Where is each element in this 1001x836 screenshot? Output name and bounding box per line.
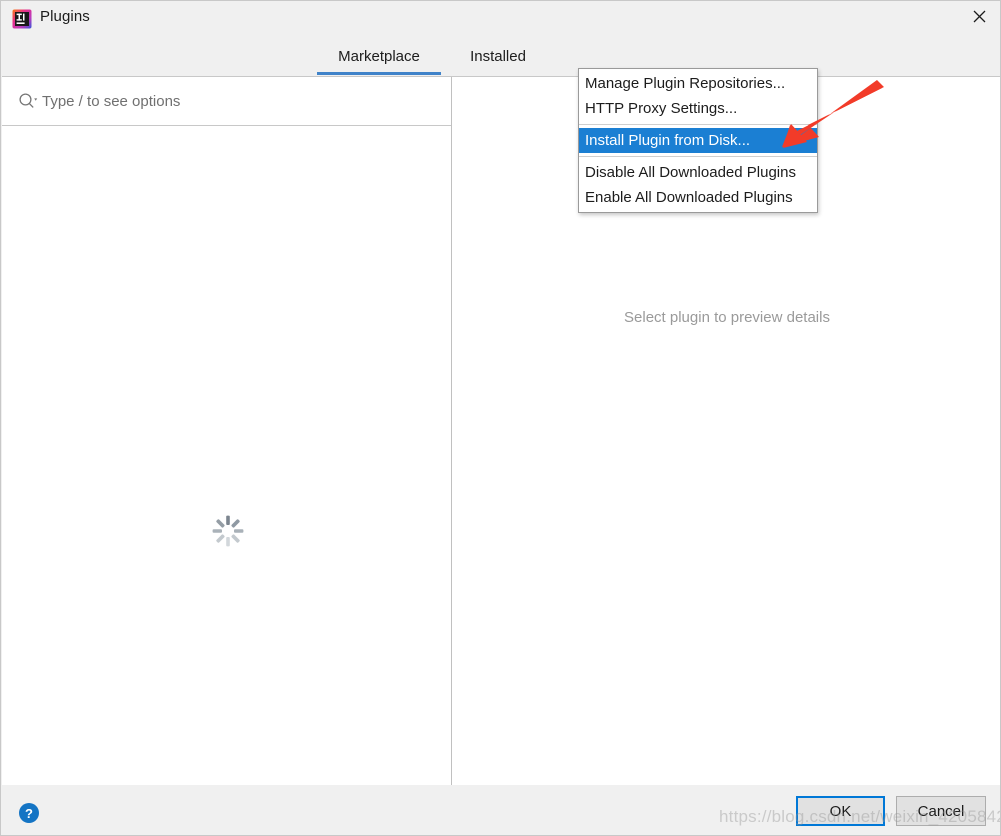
search-input[interactable]: Type / to see options: [2, 77, 451, 126]
menu-item-label: HTTP Proxy Settings...: [585, 100, 738, 117]
plugin-list-panel: Type / to see options: [2, 77, 452, 785]
watermark-text: https://blog.csdn.net/weixin_42058422: [719, 807, 1001, 826]
help-icon[interactable]: ?: [18, 802, 40, 824]
menu-item-label: Manage Plugin Repositories...: [585, 75, 786, 92]
title-bar: Plugins: [1, 1, 1000, 37]
menu-item-http-proxy-settings[interactable]: HTTP Proxy Settings...: [579, 96, 817, 121]
svg-text:?: ?: [25, 806, 33, 821]
search-icon: [18, 92, 38, 110]
menu-item-manage-plugin-repositories[interactable]: Manage Plugin Repositories...: [579, 71, 817, 96]
tab-marketplace[interactable]: Marketplace: [317, 37, 441, 76]
active-tab-indicator: [317, 72, 441, 75]
search-placeholder: Type / to see options: [42, 92, 181, 110]
menu-item-label: Install Plugin from Disk...: [585, 132, 751, 149]
menu-separator: [579, 124, 817, 125]
menu-item-install-plugin-from-disk[interactable]: Install Plugin from Disk...: [579, 128, 817, 153]
tab-installed[interactable]: Installed: [453, 37, 543, 76]
tab-strip: Marketplace Installed: [1, 37, 1000, 99]
menu-item-label: Enable All Downloaded Plugins: [585, 189, 793, 206]
loading-spinner-icon: [211, 514, 245, 548]
preview-empty-message: Select plugin to preview details: [624, 309, 830, 326]
menu-separator: [579, 156, 817, 157]
dialog-content: Type / to see options Select plugin to p…: [2, 76, 1000, 785]
menu-item-enable-all-downloaded-plugins[interactable]: Enable All Downloaded Plugins: [579, 185, 817, 210]
plugins-dialog: Plugins Marketplace Installed Type / to …: [0, 0, 1001, 836]
menu-item-disable-all-downloaded-plugins[interactable]: Disable All Downloaded Plugins: [579, 160, 817, 185]
tab-marketplace-label: Marketplace: [338, 48, 420, 65]
gear-dropdown-menu: Manage Plugin Repositories... HTTP Proxy…: [578, 68, 818, 213]
menu-item-label: Disable All Downloaded Plugins: [585, 164, 796, 181]
tab-installed-label: Installed: [470, 48, 526, 65]
intellij-idea-icon: [12, 9, 32, 29]
window-title: Plugins: [40, 8, 90, 25]
close-icon[interactable]: [956, 1, 1000, 31]
